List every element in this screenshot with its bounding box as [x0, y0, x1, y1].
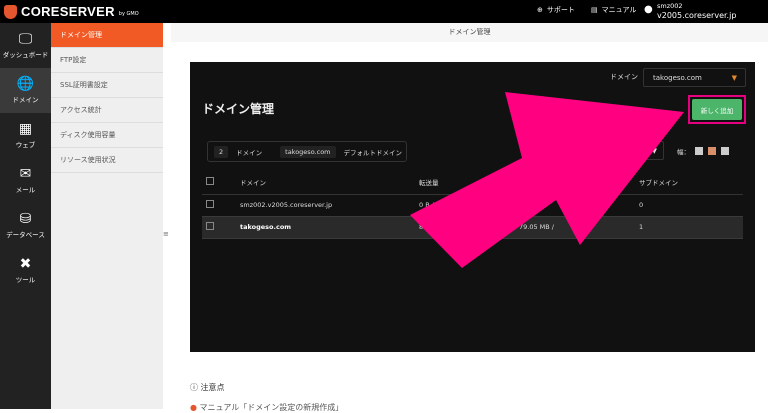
submenu-disk-usage[interactable]: ディスク使用容量 — [51, 123, 163, 148]
manual-link[interactable]: ▤ マニュアル — [591, 5, 636, 15]
add-button-highlight: 新しく追加 — [688, 95, 746, 124]
grid-plus-icon: ▦ — [18, 121, 33, 137]
nav-label: メール — [15, 186, 36, 194]
table-row[interactable]: smz002.v2005.coreserver.jp 0 B / ∞ 1.08 … — [202, 194, 743, 216]
domain-select-value: takogeso.com — [653, 74, 702, 82]
cell-domain: smz002.v2005.coreserver.jp — [240, 201, 333, 209]
domain-table: ドメイン 転送量 サブドメイン smz002.v2005.coreserver.… — [202, 170, 743, 239]
support-label: サポート — [546, 6, 575, 14]
width-label: 幅： — [677, 148, 690, 156]
brand-sub: by GMO — [118, 11, 139, 17]
user-icon: ● — [644, 4, 653, 15]
envelope-icon: ✉ — [19, 166, 32, 182]
table-row[interactable]: takogeso.com 8.61 MB / ∞ 79.05 MB / 1 — [202, 215, 743, 239]
lifebuoy-icon: ⊕ — [537, 6, 543, 14]
submenu-domain-management[interactable]: ドメイン管理 — [51, 23, 163, 48]
submenu-ssl[interactable]: SSL証明書設定 — [51, 73, 163, 98]
default-domain: takogeso.com — [280, 145, 336, 158]
col-transfer: 転送量 — [419, 170, 519, 195]
cell-transfer: 0 B / ∞ — [419, 201, 442, 209]
manual-link-row[interactable]: ● マニュアル「ドメイン設定の新規作成」 — [190, 402, 343, 413]
cell-transfer: 8.61 MB / ∞ — [419, 215, 519, 239]
database-icon: ⛁ — [19, 211, 32, 227]
nav-label: ドメイン — [12, 96, 39, 104]
width-control: 幅： — [677, 146, 729, 156]
nav-label: ウェブ — [15, 141, 36, 149]
notice-title: 注意点 — [200, 383, 225, 392]
sort-value: 列 — [642, 147, 650, 155]
icon-sidebar: 🖵 ダッシュボード 🌐 ドメイン ▦ ウェブ ✉ メール ⛁ データベース ✖ ツール — [0, 23, 51, 409]
nav-database[interactable]: ⛁ データベース — [0, 203, 51, 248]
manual-label: マニュアル — [601, 6, 637, 14]
row-checkbox[interactable] — [206, 222, 214, 230]
brand-name: CORESERVER — [21, 4, 115, 19]
domain-select[interactable]: takogeso.com ▼ — [643, 68, 746, 87]
user-host: v2005.coreserver.jp — [657, 11, 737, 20]
support-link[interactable]: ⊕ サポート — [537, 5, 575, 15]
tools-icon: ✖ — [19, 256, 32, 272]
logo-shield-icon — [4, 4, 17, 19]
page-header: ドメイン管理 — [171, 23, 768, 42]
select-all-checkbox[interactable] — [206, 176, 214, 185]
top-bar: CORESERVER by GMO ⊕ サポート ▤ マニュアル ● smz002 … — [0, 0, 768, 23]
manual-icon: ● — [190, 403, 197, 412]
user-name: smz002 — [657, 2, 683, 10]
submenu-resource-usage[interactable]: リソース使用状況 — [51, 148, 163, 173]
domain-count-label: ドメイン — [236, 148, 263, 157]
nav-label: データベース — [6, 231, 45, 239]
logo[interactable]: CORESERVER by GMO — [4, 4, 139, 19]
domain-select-label: ドメイン — [610, 73, 638, 81]
col-disk — [519, 170, 639, 195]
nav-label: ツール — [15, 276, 36, 284]
cell-subdomain: 0 — [639, 201, 644, 209]
exclamation-circle-icon: ⓘ — [190, 383, 198, 392]
nav-label: ダッシュボード — [2, 51, 49, 59]
sort-select[interactable]: 列 ▼ — [620, 141, 664, 160]
monitor-icon: 🖵 — [18, 31, 33, 47]
cell-subdomain: 1 — [639, 215, 743, 239]
col-domain: ドメイン — [224, 170, 419, 195]
globe-icon: 🌐 — [16, 76, 35, 92]
nav-tools[interactable]: ✖ ツール — [0, 248, 51, 293]
summary-box: 2 ドメイン takogeso.com デフォルトドメイン — [207, 141, 407, 162]
domain-panel: ドメイン takogeso.com ▼ ドメイン管理 新しく追加 2 ドメイン t… — [190, 62, 755, 352]
domain-count: 2 — [214, 145, 229, 158]
cell-domain: takogeso.com — [224, 215, 419, 239]
panel-title: ドメイン管理 — [202, 102, 275, 116]
nav-web[interactable]: ▦ ウェブ — [0, 113, 51, 158]
caret-down-icon: ▼ — [731, 74, 737, 82]
nav-mail[interactable]: ✉ メール — [0, 158, 51, 203]
col-subdomain: サブドメイン — [639, 170, 743, 195]
submenu-access-stats[interactable]: アクセス統計 — [51, 98, 163, 123]
notice-heading: ⓘ 注意点 — [190, 382, 225, 393]
width-wide-icon[interactable] — [721, 147, 729, 155]
submenu-ftp[interactable]: FTP設定 — [51, 48, 163, 73]
cell-disk: 79.05 MB / — [519, 215, 639, 239]
collapse-handle-icon[interactable]: ≡ — [163, 230, 169, 238]
user-menu[interactable]: ● smz002 v2005.coreserver.jp — [644, 2, 737, 20]
width-narrow-icon[interactable] — [695, 147, 703, 155]
row-checkbox[interactable] — [206, 200, 214, 208]
add-new-button[interactable]: 新しく追加 — [692, 99, 742, 120]
manual-link-text[interactable]: マニュアル「ドメイン設定の新規作成」 — [200, 403, 344, 412]
nav-dashboard[interactable]: 🖵 ダッシュボード — [0, 23, 51, 68]
width-medium-icon[interactable] — [708, 147, 716, 155]
nav-domain[interactable]: 🌐 ドメイン — [0, 68, 51, 113]
table-header: ドメイン 転送量 サブドメイン — [202, 170, 743, 195]
sub-menu: ドメイン管理 FTP設定 SSL証明書設定 アクセス統計 ディスク使用容量 リソ… — [51, 23, 163, 409]
default-domain-label: デフォルトドメイン — [343, 148, 403, 157]
book-icon: ▤ — [591, 6, 598, 14]
cell-disk: 1.08 MB — [519, 201, 546, 209]
